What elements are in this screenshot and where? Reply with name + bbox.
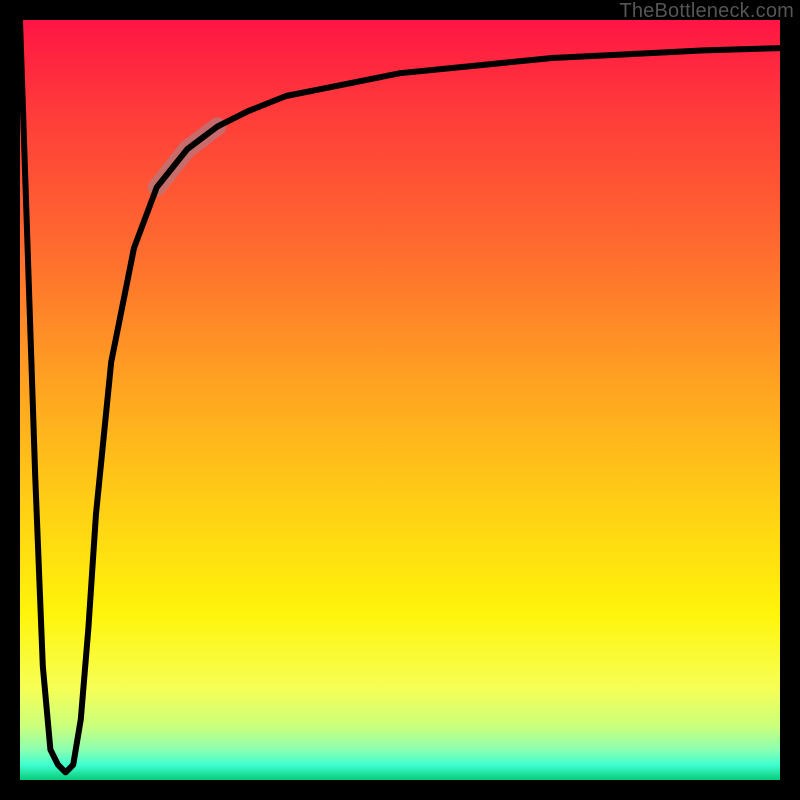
plot-area (20, 20, 780, 780)
curve-svg (20, 20, 780, 780)
chart-frame: TheBottleneck.com (0, 0, 800, 800)
curve-line (20, 20, 780, 772)
